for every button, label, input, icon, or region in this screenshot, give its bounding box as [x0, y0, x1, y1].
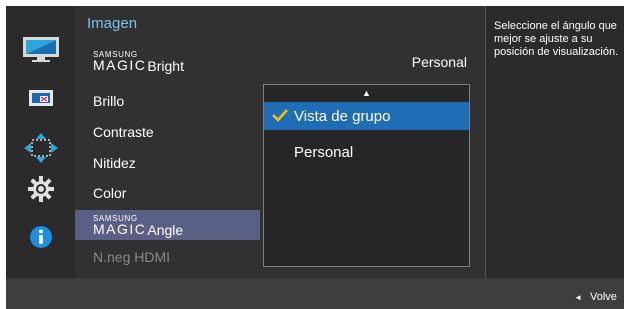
angle-dropdown[interactable]: ▲ Vista de grupo Personal: [263, 84, 470, 267]
menu-item-label: Brillo: [93, 93, 125, 109]
menu-item-nneg-hdmi: N.neg HDMI: [75, 242, 260, 272]
menu-item-contraste[interactable]: Contraste: [75, 117, 260, 147]
menu-item-magic-angle[interactable]: SAMSUNG MAGIC Angle: [75, 210, 260, 240]
position-arrows-icon[interactable]: [6, 133, 75, 163]
menu-item-label: Angle: [147, 222, 184, 238]
back-button-label[interactable]: Volve: [590, 291, 617, 303]
checkmark-icon: [272, 109, 288, 122]
magic-bright-value: Personal: [411, 54, 467, 70]
menu-item-label: N.neg HDMI: [93, 249, 171, 265]
menu-item-label: Contraste: [93, 124, 154, 140]
samsung-magic-logo: SAMSUNG MAGIC: [93, 213, 147, 237]
help-text: Seleccione el ángulo que mejor se ajuste…: [494, 20, 619, 58]
menu-title: Imagen: [87, 15, 138, 32]
menu-item-label: Nitidez: [93, 155, 136, 171]
menu-item-label: Bright: [147, 58, 184, 74]
osd-window: Imagen SAMSUNG MAGIC Bright Brillo Contr…: [6, 6, 624, 309]
menu-item-nitidez[interactable]: Nitidez: [75, 148, 260, 178]
scroll-up-arrow-icon[interactable]: ▲: [264, 88, 469, 98]
menu-item-label: Color: [93, 185, 127, 201]
back-arrow-icon[interactable]: ◄: [574, 293, 582, 302]
info-icon[interactable]: [6, 222, 75, 252]
dropdown-option-personal[interactable]: Personal: [264, 138, 469, 166]
option-label: Vista de grupo: [294, 107, 391, 125]
picture-menu: Imagen SAMSUNG MAGIC Bright Brillo Contr…: [75, 6, 260, 278]
menu-item-brillo[interactable]: Brillo: [75, 86, 260, 116]
menu-item-color[interactable]: Color: [75, 178, 260, 208]
option-label: Personal: [294, 143, 354, 161]
monitor-picture-icon[interactable]: [6, 34, 75, 64]
menu-item-magic-bright[interactable]: SAMSUNG MAGIC Bright: [75, 46, 260, 76]
bottom-bar: ◄ Volve: [6, 278, 624, 309]
settings-gear-icon[interactable]: [6, 174, 75, 204]
left-rail: [6, 6, 75, 278]
help-panel: Seleccione el ángulo que mejor se ajuste…: [485, 6, 624, 278]
samsung-magic-logo: SAMSUNG MAGIC: [93, 49, 147, 73]
dropdown-option-vista-de-grupo[interactable]: Vista de grupo: [264, 102, 469, 130]
color-screen-icon[interactable]: [6, 85, 75, 111]
